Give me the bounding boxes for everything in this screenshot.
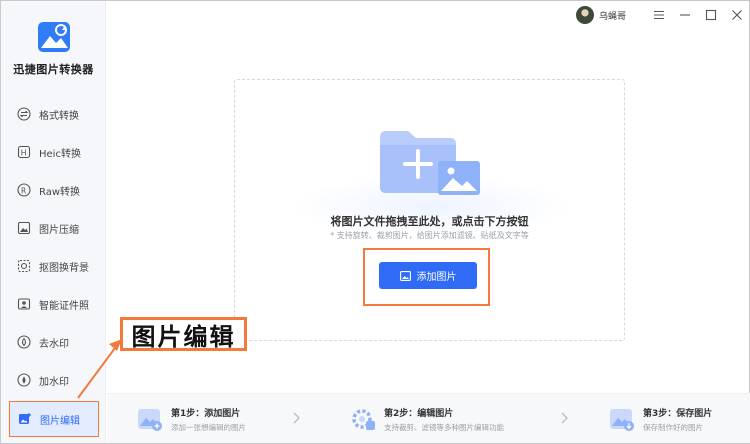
minimize-icon[interactable] [674,6,696,24]
annotation-label: 图片编辑 [120,317,247,351]
app-name: 迅捷图片转换器 [13,63,94,76]
sidebar-item-label: 图片编辑 [40,415,80,427]
sidebar-item-label: Raw转换 [39,186,81,198]
maximize-icon[interactable] [700,6,722,24]
remove-watermark-icon [17,335,31,349]
sidebar-item-label: 去水印 [39,338,69,350]
step-title: 第3步：保存图片 [643,408,713,419]
step-title: 第2步：编辑图片 [384,408,454,419]
sidebar-item-heic[interactable]: H Heic转换 [9,135,99,169]
save-image-step-icon [610,409,634,431]
compress-icon [17,221,31,235]
id-photo-icon [17,297,31,311]
drop-zone-title: 将图片文件拖拽至此处，或点击下方按钮 [330,215,529,228]
sidebar-item-id-photo[interactable]: 智能证件照 [9,287,99,321]
svg-text:H: H [21,149,27,158]
sidebar-item-remove-watermark[interactable]: 去水印 [9,325,99,359]
sidebar-item-image-edit[interactable]: 图片编辑 [9,401,99,437]
avatar[interactable] [576,6,594,24]
svg-text:R: R [21,186,26,195]
image-edit-icon [18,412,32,426]
folder-add-image-icon [380,131,480,195]
add-image-button-label: 添加图片 [416,272,457,283]
step-title: 第1步：添加图片 [171,408,241,419]
step-desc: 添加一张想编辑的图片 [171,422,246,432]
close-icon[interactable] [726,6,748,24]
menu-icon[interactable] [648,6,670,24]
chevron-right-icon [561,412,568,424]
drop-zone-hint: * 支持旋转、裁剪图片，给图片添加滤镜、贴纸及文字等 [330,231,529,240]
sidebar-item-label: 加水印 [39,376,69,388]
sidebar-item-format-convert[interactable]: 格式转换 [9,97,99,131]
step-3: 第3步：保存图片 保存制作好的图片 [609,400,712,438]
chevron-right-icon [293,412,300,424]
sidebar-item-cutout[interactable]: 抠图换背景 [9,249,99,283]
image-icon [399,270,411,281]
steps-bar: 第1步：添加图片 添加一张想编辑的图片 第2步：编辑图片 支持裁剪、滤镜等多种图… [107,393,750,443]
add-image-step-icon [138,409,162,431]
sidebar-item-label: 抠图换背景 [39,262,89,274]
title-bar: 乌蝇哥 [576,4,748,26]
app-window: 迅捷图片转换器 格式转换 H Heic转换 R Raw转换 图片压缩 抠图换背景… [0,0,750,444]
sidebar: 迅捷图片转换器 格式转换 H Heic转换 R Raw转换 图片压缩 抠图换背景… [1,1,106,443]
step-desc: 支持裁剪、滤镜等多种图片编辑功能 [384,422,504,432]
sidebar-item-compress[interactable]: 图片压缩 [9,211,99,245]
sidebar-item-add-watermark[interactable]: 加水印 [9,363,99,397]
raw-icon: R [17,183,31,197]
sidebar-item-raw[interactable]: R Raw转换 [9,173,99,207]
step-2: 第2步：编辑图片 支持裁剪、滤镜等多种图片编辑功能 [350,400,504,438]
app-logo-icon [38,22,70,52]
heic-icon: H [17,145,31,159]
cutout-icon [17,259,31,273]
username[interactable]: 乌蝇哥 [599,9,626,22]
format-convert-icon [17,107,31,121]
sidebar-item-label: 智能证件照 [39,300,89,312]
step-desc: 保存制作好的图片 [643,422,703,432]
add-image-button[interactable]: 添加图片 [379,262,477,289]
step-1: 第1步：添加图片 添加一张想编辑的图片 [137,400,246,438]
sidebar-item-label: 图片压缩 [39,224,79,236]
add-watermark-icon [17,373,31,387]
sidebar-item-label: Heic转换 [39,148,81,160]
edit-image-step-icon [352,409,375,430]
sidebar-item-label: 格式转换 [39,110,79,122]
